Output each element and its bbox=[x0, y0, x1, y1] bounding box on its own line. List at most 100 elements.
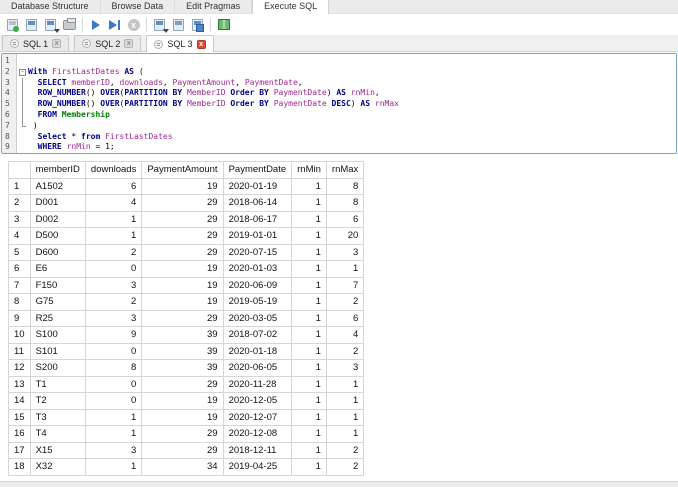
cell-downloads[interactable]: 0 bbox=[84, 260, 143, 278]
cell-rnmin[interactable]: 1 bbox=[291, 276, 327, 294]
row-number[interactable]: 13 bbox=[8, 375, 31, 393]
cell-memberid[interactable]: D500 bbox=[29, 227, 86, 245]
row-number[interactable]: 6 bbox=[8, 260, 31, 278]
cell-paymentdate[interactable]: 2020-12-08 bbox=[222, 425, 293, 443]
row-number[interactable]: 3 bbox=[8, 210, 31, 228]
cell-rnmax[interactable]: 20 bbox=[325, 227, 365, 245]
cell-paymentdate[interactable]: 2020-03-05 bbox=[222, 309, 293, 327]
cell-rnmax[interactable]: 6 bbox=[325, 210, 365, 228]
cell-rnmax[interactable]: 8 bbox=[325, 177, 365, 195]
cell-rnmin[interactable]: 1 bbox=[291, 359, 327, 377]
cell-paymentdate[interactable]: 2018-06-17 bbox=[222, 210, 293, 228]
cell-paymentdate[interactable]: 2019-04-25 bbox=[222, 458, 293, 476]
sql-editor[interactable]: 123456789 - With FirstLastDates AS ( SEL… bbox=[1, 53, 677, 154]
cell-paymentamount[interactable]: 19 bbox=[141, 276, 224, 294]
row-number[interactable]: 5 bbox=[8, 243, 31, 261]
column-header-rnmax[interactable]: rnMax bbox=[325, 161, 365, 179]
cell-memberid[interactable]: D001 bbox=[29, 194, 86, 212]
cell-memberid[interactable]: T3 bbox=[29, 408, 86, 426]
cell-memberid[interactable]: F150 bbox=[29, 276, 86, 294]
new-sql-tab-icon[interactable] bbox=[3, 16, 22, 33]
cell-memberid[interactable]: S200 bbox=[29, 359, 86, 377]
close-icon[interactable]: x bbox=[52, 39, 62, 48]
row-number[interactable]: 16 bbox=[8, 425, 31, 443]
cell-rnmin[interactable]: 1 bbox=[291, 194, 327, 212]
cell-paymentamount[interactable]: 19 bbox=[141, 408, 224, 426]
cell-downloads[interactable]: 0 bbox=[84, 392, 143, 410]
cell-paymentdate[interactable]: 2020-12-05 bbox=[222, 392, 293, 410]
cell-downloads[interactable]: 1 bbox=[84, 458, 143, 476]
tab-execute-sql[interactable]: Execute SQL bbox=[252, 0, 330, 14]
tab-edit-pragmas[interactable]: Edit Pragmas bbox=[175, 0, 253, 14]
cell-rnmin[interactable]: 1 bbox=[291, 309, 327, 327]
cell-memberid[interactable]: G75 bbox=[29, 293, 86, 311]
cell-rnmax[interactable]: 2 bbox=[325, 458, 365, 476]
close-icon[interactable]: x bbox=[124, 39, 134, 48]
cell-paymentamount[interactable]: 29 bbox=[141, 375, 224, 393]
column-header-paymentamount[interactable]: PaymentAmount bbox=[141, 161, 224, 179]
column-header-downloads[interactable]: downloads bbox=[84, 161, 143, 179]
cell-paymentdate[interactable]: 2020-01-19 bbox=[222, 177, 293, 195]
cell-paymentdate[interactable]: 2020-06-09 bbox=[222, 276, 293, 294]
cell-rnmin[interactable]: 1 bbox=[291, 227, 327, 245]
cell-rnmin[interactable]: 1 bbox=[291, 392, 327, 410]
open-results-icon[interactable] bbox=[188, 16, 207, 33]
cell-rnmax[interactable]: 1 bbox=[325, 375, 365, 393]
cell-paymentdate[interactable]: 2020-06-05 bbox=[222, 359, 293, 377]
cell-rnmin[interactable]: 1 bbox=[291, 441, 327, 459]
cell-rnmin[interactable]: 1 bbox=[291, 177, 327, 195]
cell-paymentamount[interactable]: 39 bbox=[141, 326, 224, 344]
stop-icon[interactable]: x bbox=[124, 16, 143, 33]
cell-downloads[interactable]: 3 bbox=[84, 309, 143, 327]
cell-rnmax[interactable]: 2 bbox=[325, 342, 365, 360]
cell-memberid[interactable]: X32 bbox=[29, 458, 86, 476]
cell-paymentdate[interactable]: 2018-06-14 bbox=[222, 194, 293, 212]
cell-rnmax[interactable]: 7 bbox=[325, 276, 365, 294]
cell-rnmax[interactable]: 4 bbox=[325, 326, 365, 344]
cell-rnmax[interactable]: 1 bbox=[325, 392, 365, 410]
cell-paymentdate[interactable]: 2020-07-15 bbox=[222, 243, 293, 261]
row-number[interactable]: 8 bbox=[8, 293, 31, 311]
cell-memberid[interactable]: T1 bbox=[29, 375, 86, 393]
cell-rnmax[interactable]: 3 bbox=[325, 359, 365, 377]
save-results-icon[interactable] bbox=[150, 16, 169, 33]
cell-memberid[interactable]: T4 bbox=[29, 425, 86, 443]
cell-downloads[interactable]: 3 bbox=[84, 441, 143, 459]
cell-downloads[interactable]: 4 bbox=[84, 194, 143, 212]
cell-memberid[interactable]: S100 bbox=[29, 326, 86, 344]
cell-downloads[interactable]: 2 bbox=[84, 243, 143, 261]
cell-downloads[interactable]: 8 bbox=[84, 359, 143, 377]
cell-memberid[interactable]: D600 bbox=[29, 243, 86, 261]
cell-rnmin[interactable]: 1 bbox=[291, 260, 327, 278]
save-sql-file-icon[interactable] bbox=[41, 16, 60, 33]
column-header-rnmin[interactable]: rnMin bbox=[291, 161, 327, 179]
fold-marker[interactable]: - bbox=[17, 67, 28, 78]
cell-rnmax[interactable]: 2 bbox=[325, 441, 365, 459]
cell-rnmax[interactable]: 6 bbox=[325, 309, 365, 327]
cell-paymentdate[interactable]: 2020-11-28 bbox=[222, 375, 293, 393]
cell-paymentdate[interactable]: 2020-01-18 bbox=[222, 342, 293, 360]
cell-paymentamount[interactable]: 29 bbox=[141, 425, 224, 443]
cell-downloads[interactable]: 3 bbox=[84, 276, 143, 294]
print-icon[interactable] bbox=[60, 16, 79, 33]
cell-rnmin[interactable]: 1 bbox=[291, 342, 327, 360]
cell-downloads[interactable]: 2 bbox=[84, 293, 143, 311]
row-number[interactable]: 11 bbox=[8, 342, 31, 360]
row-number[interactable]: 15 bbox=[8, 408, 31, 426]
cell-downloads[interactable]: 9 bbox=[84, 326, 143, 344]
cell-rnmin[interactable]: 1 bbox=[291, 458, 327, 476]
row-number[interactable]: 10 bbox=[8, 326, 31, 344]
tab-database-structure[interactable]: Database Structure bbox=[0, 0, 101, 14]
cell-downloads[interactable]: 0 bbox=[84, 375, 143, 393]
tab-browse-data[interactable]: Browse Data bbox=[101, 0, 176, 14]
sql-tab-sql-3[interactable]: SQL 3x bbox=[146, 35, 214, 52]
cell-paymentamount[interactable]: 29 bbox=[141, 194, 224, 212]
table-view-icon[interactable] bbox=[214, 16, 233, 33]
cell-paymentdate[interactable]: 2018-12-11 bbox=[222, 441, 293, 459]
cell-rnmin[interactable]: 1 bbox=[291, 210, 327, 228]
column-header-memberid[interactable]: memberID bbox=[29, 161, 86, 179]
code-fold-column[interactable]: - bbox=[17, 54, 28, 153]
cell-rnmax[interactable]: 2 bbox=[325, 293, 365, 311]
cell-memberid[interactable]: D002 bbox=[29, 210, 86, 228]
cell-downloads[interactable]: 1 bbox=[84, 425, 143, 443]
